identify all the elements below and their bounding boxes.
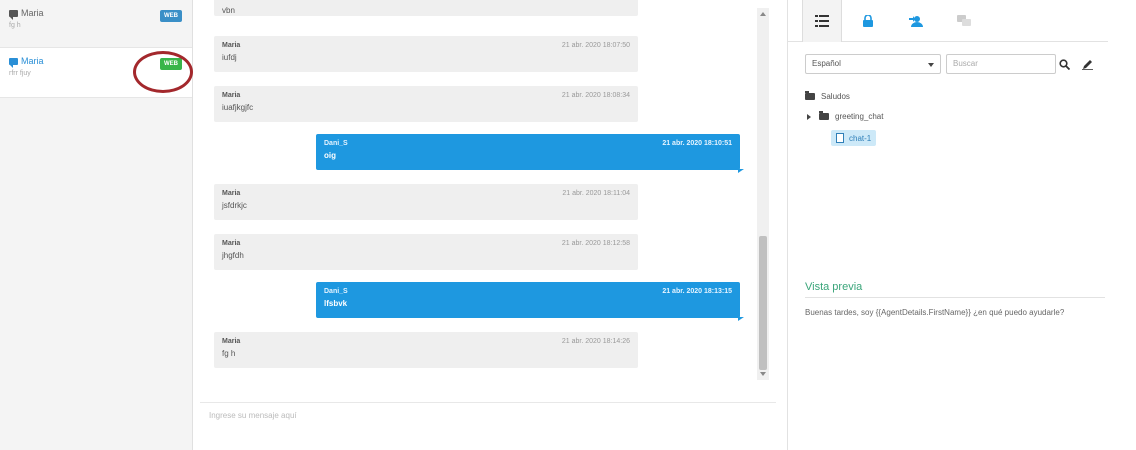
tab-transfer[interactable] [896,0,936,42]
tree-node-folder[interactable]: greeting_chat [807,111,884,121]
conversation-name: Maria [21,56,44,66]
conversation-name-row: Maria [9,8,184,20]
message-sender: Maria [222,240,241,247]
chat-panel: vbn Maria 21 abr. 2020 18:07:50 iufdj Mar… [200,0,776,450]
tree-node-response[interactable]: chat-1 [831,130,877,146]
message-text: jsfdrkjc [222,201,247,210]
message-sender: Dani_S [324,140,348,147]
divider [805,297,1105,298]
user-transfer-icon [909,16,923,27]
message-time: 21 abr. 2020 18:12:58 [561,240,630,247]
document-icon [836,133,844,143]
annotation-circle [133,51,193,93]
message-outgoing: Dani_S 21 abr. 2020 18:10:51 oig [316,134,744,173]
folder-icon [805,91,815,100]
tab-lock[interactable] [848,0,888,42]
chat-history-icon [957,15,971,26]
side-panel: Español Buscar Saludos greeting_chat cha… [787,0,1136,450]
tree-node-folder[interactable]: Saludos [805,91,850,101]
message-text: fg h [222,349,236,358]
message-time: 21 abr. 2020 18:07:50 [561,42,630,49]
message-outgoing: Dani_S 21 abr. 2020 18:13:15 lfsbvk [316,282,744,321]
message-time: 21 abr. 2020 18:08:34 [561,92,630,99]
list-icon [815,15,829,27]
message-text: jhgfdh [222,251,244,260]
message-list: vbn Maria 21 abr. 2020 18:07:50 iufdj Mar… [200,0,760,382]
message-time: 21 abr. 2020 18:14:26 [561,338,630,345]
message-text: vbn [222,6,235,15]
message-text: oig [324,151,336,160]
chat-bubble-icon [9,57,18,68]
caret-down-icon [928,63,934,67]
chat-bubble-icon [9,9,18,20]
channel-badge: WEB [160,10,182,22]
tree-node-label: Saludos [821,92,850,101]
message-incoming: vbn [214,0,638,16]
message-text: iuafjkgjfc [222,103,254,112]
folder-open-icon [819,111,829,120]
message-text: lfsbvk [324,299,348,308]
conversation-item[interactable]: Maria fg h WEB [0,0,192,48]
selected-response[interactable]: chat-1 [831,130,877,146]
message-time: 21 abr. 2020 18:11:04 [562,190,630,197]
message-incoming: Maria 21 abr. 2020 18:07:50 iufdj [214,36,638,72]
language-select[interactable]: Español [805,54,941,74]
search-input[interactable]: Buscar [946,54,1056,74]
message-input[interactable] [209,411,749,420]
compose-area [200,402,776,442]
scroll-down-arrow-icon[interactable] [760,372,766,376]
message-incoming: Maria 21 abr. 2020 18:11:04 jsfdrkjc [214,184,638,220]
side-tabs [788,0,1108,42]
expand-arrow-icon[interactable] [807,113,811,120]
message-scrollbar[interactable] [757,8,769,380]
preview-title: Vista previa [805,281,863,293]
message-sender: Maria [222,42,241,49]
search-button[interactable] [1054,54,1074,74]
message-incoming: Maria 21 abr. 2020 18:12:58 jhgfdh [214,234,638,270]
message-time: 21 abr. 2020 18:13:15 [662,288,732,295]
tab-history[interactable] [944,0,984,42]
message-sender: Maria [222,338,241,345]
message-sender: Dani_S [324,288,348,295]
scroll-up-arrow-icon[interactable] [760,12,766,16]
conversation-preview: fg h [9,22,21,29]
preview-text: Buenas tardes, soy {{AgentDetails.FirstN… [805,308,1065,317]
chat-console: Maria fg h WEB Maria rfrr fjuy WEB vbn M… [0,0,1136,450]
tree-node-label: chat-1 [849,133,872,143]
message-sender: Maria [222,190,241,197]
search-placeholder: Buscar [953,59,978,68]
search-icon [1058,58,1070,70]
conversation-list: Maria fg h WEB Maria rfrr fjuy WEB [0,0,193,450]
message-time: 21 abr. 2020 18:10:51 [662,140,732,147]
lock-icon [863,15,873,27]
message-text: iufdj [222,53,237,62]
message-sender: Maria [222,92,241,99]
conversation-name: Maria [21,8,44,18]
scrollbar-thumb[interactable] [759,236,767,370]
pencil-icon [1081,59,1093,70]
tab-canned-responses[interactable] [802,0,842,42]
message-incoming: Maria 21 abr. 2020 18:08:34 iuafjkgjfc [214,86,638,122]
message-incoming: Maria 21 abr. 2020 18:14:26 fg h [214,332,638,368]
tree-node-label: greeting_chat [835,112,884,121]
edit-button[interactable] [1077,54,1097,74]
language-value: Español [812,59,841,68]
